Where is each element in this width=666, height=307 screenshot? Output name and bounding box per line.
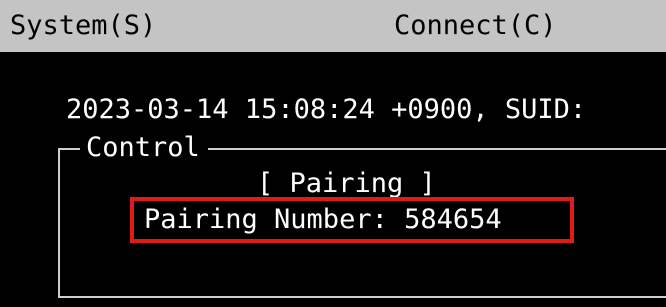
menu-connect[interactable]: Connect(C) <box>394 0 557 52</box>
status-line: 2023-03-14 15:08:24 +0900, SUID: <box>66 94 587 125</box>
menu-system[interactable]: System(S) <box>10 0 156 52</box>
control-panel-legend: Control <box>80 130 208 166</box>
pairing-number-text: Pairing Number: 584654 <box>144 204 502 235</box>
menu-bar: System(S) Connect(C) <box>0 0 666 52</box>
